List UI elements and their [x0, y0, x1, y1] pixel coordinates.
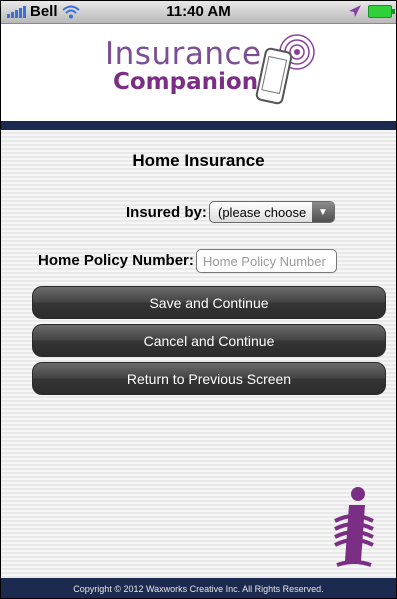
- policy-number-label: Home Policy Number:: [38, 252, 194, 269]
- save-and-continue-button[interactable]: Save and Continue: [32, 286, 386, 319]
- status-time: 11:40 AM: [166, 3, 231, 20]
- phone-signal-icon: [255, 34, 315, 105]
- insured-by-select[interactable]: (please choose ▼: [209, 201, 335, 223]
- mascot-figure-icon: [334, 487, 374, 567]
- policy-number-input[interactable]: [196, 249, 337, 273]
- status-bar: Bell 11:40 AM: [1, 1, 396, 24]
- cancel-and-continue-button[interactable]: Cancel and Continue: [32, 324, 386, 357]
- page-title: Home Insurance: [132, 151, 265, 170]
- battery-icon: [368, 4, 395, 18]
- return-to-previous-button[interactable]: Return to Previous Screen: [32, 362, 386, 395]
- app-header: Insurance Companion: [1, 24, 396, 121]
- main-content: Home Insurance Insured by: (please choos…: [1, 130, 396, 578]
- logo-text-companion: Companion: [113, 69, 259, 95]
- status-right: [348, 4, 395, 18]
- location-arrow-icon: [349, 5, 361, 17]
- dropdown-arrow-icon: ▼: [312, 202, 334, 222]
- insured-by-value: (please choose: [218, 205, 307, 220]
- header-divider: [1, 121, 396, 130]
- logo-text-insurance: Insurance: [105, 36, 262, 72]
- app-frame: Bell 11:40 AM Insurance Companion Home I…: [0, 0, 397, 599]
- insured-by-label: Insured by:: [126, 204, 207, 221]
- footer-copyright: Copyright © 2012 Waxworks Creative Inc. …: [1, 578, 396, 598]
